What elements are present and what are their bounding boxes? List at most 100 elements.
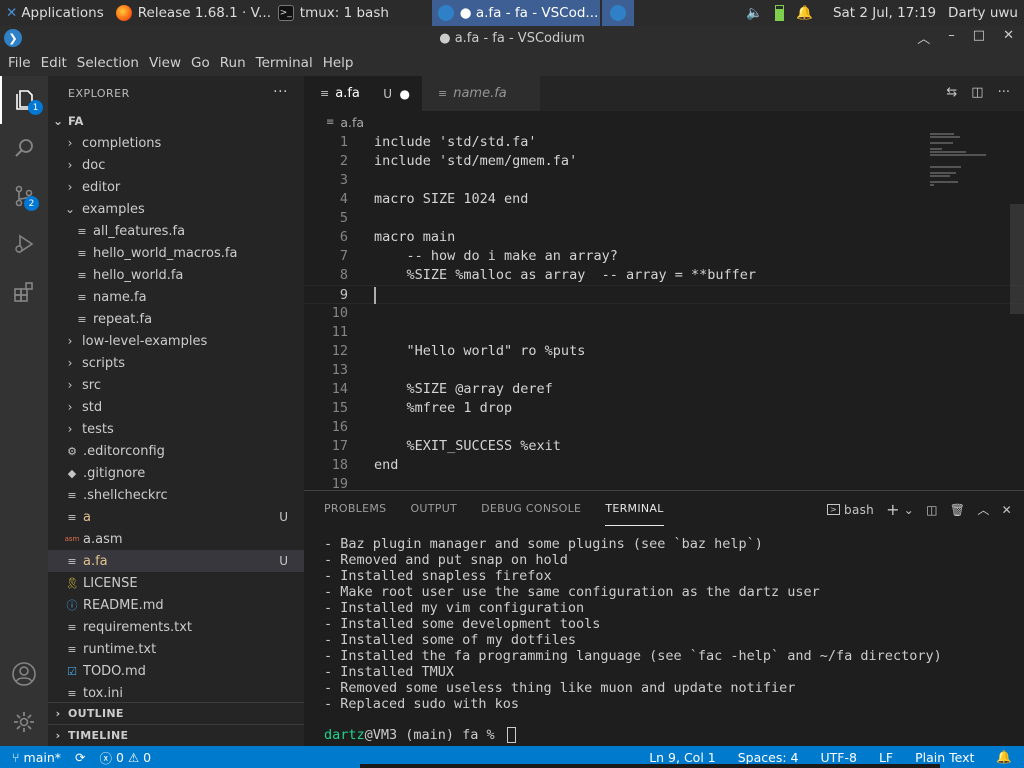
editor-scrollbar[interactable] bbox=[1010, 204, 1024, 314]
code-line[interactable]: 2 include 'std/mem/gmem.fa' bbox=[304, 152, 1024, 171]
tree-file[interactable]: ☑ TODO.md bbox=[48, 660, 304, 682]
more-actions-icon[interactable]: ··· bbox=[273, 84, 288, 100]
search-activity[interactable] bbox=[0, 124, 48, 172]
tree-file[interactable]: ≡ hello_world.fa bbox=[48, 264, 304, 286]
applications-menu[interactable]: ✕ Applications bbox=[0, 0, 110, 26]
code-line[interactable]: 1 include 'std/std.fa' bbox=[304, 133, 1024, 152]
code-line[interactable]: 10 bbox=[304, 304, 1024, 323]
split-terminal-icon[interactable]: ◫ bbox=[926, 503, 938, 517]
close-button[interactable]: ✕ bbox=[1003, 28, 1014, 47]
taskbar-firefox[interactable]: Release 1.68.1 · V... bbox=[110, 0, 272, 26]
code-line[interactable]: 3 bbox=[304, 171, 1024, 190]
code-line[interactable]: 11 bbox=[304, 323, 1024, 342]
volume-icon[interactable]: 🔈 bbox=[746, 5, 763, 21]
explorer-activity[interactable]: 1 bbox=[0, 76, 48, 124]
encoding[interactable]: UTF-8 bbox=[820, 750, 856, 765]
code-line[interactable]: 17 %EXIT_SUCCESS %exit bbox=[304, 437, 1024, 456]
branch-status[interactable]: ⑂ main* bbox=[12, 750, 61, 765]
code-line[interactable]: 15 %mfree 1 drop bbox=[304, 399, 1024, 418]
code-line[interactable]: 8 %SIZE %malloc as array -- array = **bu… bbox=[304, 266, 1024, 285]
tree-file[interactable]: ≡ requirements.txt bbox=[48, 616, 304, 638]
menu-go[interactable]: Go bbox=[186, 50, 215, 76]
code-line[interactable]: 7 -- how do i make an array? bbox=[304, 247, 1024, 266]
clock[interactable]: Sat 2 Jul, 17:19 bbox=[833, 5, 936, 21]
menu-file[interactable]: File bbox=[3, 50, 36, 76]
code-line[interactable]: 4 macro SIZE 1024 end bbox=[304, 190, 1024, 209]
code-line[interactable]: 18 end bbox=[304, 456, 1024, 475]
run-debug-activity[interactable] bbox=[0, 220, 48, 268]
menu-edit[interactable]: Edit bbox=[36, 50, 72, 76]
explorer-root-folder[interactable]: ⌄ FA bbox=[48, 110, 304, 132]
tree-file[interactable]: ≡ a.fa U bbox=[48, 550, 304, 572]
code-line[interactable]: 12 "Hello world" ro %puts bbox=[304, 342, 1024, 361]
notifications-bell-icon[interactable]: 🔔 bbox=[996, 749, 1012, 765]
tree-folder[interactable]: › low-level-examples bbox=[48, 330, 304, 352]
tab-debug-console[interactable]: DEBUG CONSOLE bbox=[481, 491, 581, 526]
minimize-icon[interactable]: ︿ bbox=[917, 28, 930, 47]
minimap[interactable] bbox=[930, 133, 994, 193]
taskbar-tmux[interactable]: >_ tmux: 1 bash bbox=[272, 0, 432, 26]
timeline-section[interactable]: › TIMELINE bbox=[48, 724, 304, 746]
menu-run[interactable]: Run bbox=[215, 50, 251, 76]
extensions-activity[interactable] bbox=[0, 268, 48, 316]
close-panel-icon[interactable]: ✕ bbox=[1002, 503, 1012, 517]
tree-file[interactable]: ≡ runtime.txt bbox=[48, 638, 304, 660]
source-control-activity[interactable]: 2 bbox=[0, 172, 48, 220]
tab-name-fa[interactable]: ≡ name.fa bbox=[422, 76, 540, 111]
menu-selection[interactable]: Selection bbox=[72, 50, 144, 76]
terminal-output[interactable]: - Baz plugin manager and some plugins (s… bbox=[324, 536, 942, 712]
open-changes-icon[interactable]: ⇆ bbox=[946, 85, 957, 100]
tree-folder[interactable]: › src bbox=[48, 374, 304, 396]
unsaved-dot-icon[interactable]: ● bbox=[400, 87, 410, 101]
tree-file[interactable]: ≡ repeat.fa bbox=[48, 308, 304, 330]
tab-problems[interactable]: PROBLEMS bbox=[324, 491, 386, 526]
terminal-instance[interactable]: > bash bbox=[827, 503, 874, 517]
tab-terminal[interactable]: TERMINAL bbox=[605, 491, 664, 526]
maximize-button[interactable]: □ bbox=[973, 28, 985, 47]
battery-icon[interactable] bbox=[775, 5, 785, 21]
code-line[interactable]: 5 bbox=[304, 209, 1024, 228]
tree-folder[interactable]: › tests bbox=[48, 418, 304, 440]
tree-folder[interactable]: ⌄ examples bbox=[48, 198, 304, 220]
tree-folder[interactable]: › std bbox=[48, 396, 304, 418]
tree-file[interactable]: ≡ .shellcheckrc bbox=[48, 484, 304, 506]
accounts-activity[interactable] bbox=[0, 650, 48, 698]
new-terminal-icon[interactable]: + bbox=[886, 500, 900, 519]
code-line[interactable]: 9 bbox=[304, 285, 1024, 304]
notifications-icon[interactable]: 🔔 bbox=[796, 5, 813, 21]
end-of-line[interactable]: LF bbox=[879, 750, 893, 765]
code-line[interactable]: 16 bbox=[304, 418, 1024, 437]
code-line[interactable]: 6 macro main bbox=[304, 228, 1024, 247]
tree-folder[interactable]: › editor bbox=[48, 176, 304, 198]
tab-output[interactable]: OUTPUT bbox=[410, 491, 457, 526]
tree-file[interactable]: ≡ tox.ini bbox=[48, 682, 304, 704]
outline-section[interactable]: › OUTLINE bbox=[48, 702, 304, 724]
menu-view[interactable]: View bbox=[144, 50, 186, 76]
code-line[interactable]: 14 %SIZE @array deref bbox=[304, 380, 1024, 399]
cursor-position[interactable]: Ln 9, Col 1 bbox=[649, 750, 716, 765]
split-editor-icon[interactable]: ◫ bbox=[971, 85, 983, 100]
sync-icon[interactable]: ⟳ bbox=[75, 750, 85, 765]
menu-help[interactable]: Help bbox=[318, 50, 359, 76]
taskbar-vscodium-2[interactable] bbox=[601, 0, 634, 26]
tree-file[interactable]: ≡ hello_world_macros.fa bbox=[48, 242, 304, 264]
terminal-prompt[interactable]: dartz @VM3 (main) fa % bbox=[324, 727, 516, 743]
user-name[interactable]: Darty uwu bbox=[948, 5, 1018, 21]
language-mode[interactable]: Plain Text bbox=[915, 750, 974, 765]
tree-file[interactable]: ⓘ README.md bbox=[48, 594, 304, 616]
manage-activity[interactable] bbox=[0, 698, 48, 746]
indentation[interactable]: Spaces: 4 bbox=[738, 750, 799, 765]
code-editor[interactable]: 1 include 'std/std.fa' 2 include 'std/mem/g… bbox=[304, 133, 1024, 494]
tree-file[interactable]: asm a.asm bbox=[48, 528, 304, 550]
tree-file[interactable]: ◆ .gitignore bbox=[48, 462, 304, 484]
tree-folder[interactable]: › doc bbox=[48, 154, 304, 176]
menu-terminal[interactable]: Terminal bbox=[251, 50, 318, 76]
taskbar-vscodium[interactable]: ● a.fa - fa - VSCod... bbox=[431, 0, 600, 26]
tree-folder[interactable]: › completions bbox=[48, 132, 304, 154]
tree-file[interactable]: ≡ a U bbox=[48, 506, 304, 528]
tab-a-fa[interactable]: ≡ a.fa U ● bbox=[304, 76, 422, 111]
tree-file[interactable]: ≡ all_features.fa bbox=[48, 220, 304, 242]
chevron-down-icon[interactable]: ⌄ bbox=[904, 503, 914, 517]
breadcrumb[interactable]: ≡ a.fa bbox=[304, 111, 1024, 133]
code-line[interactable]: 13 bbox=[304, 361, 1024, 380]
